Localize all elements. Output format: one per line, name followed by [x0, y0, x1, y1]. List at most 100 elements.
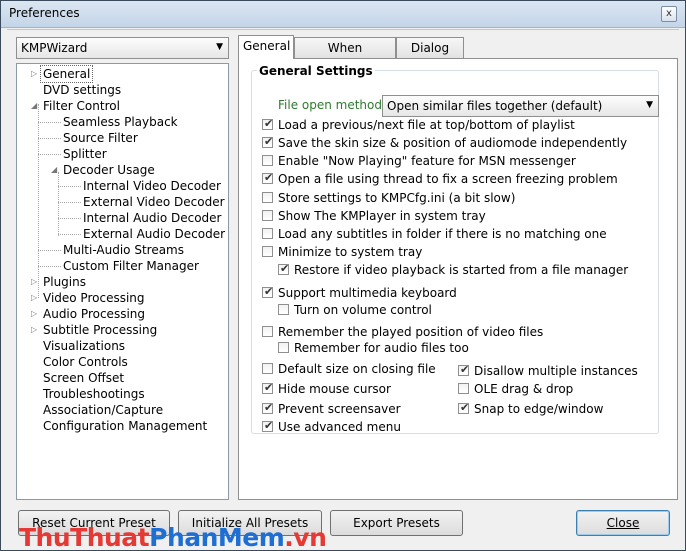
checkbox-box[interactable]: ✔ — [262, 285, 274, 298]
check-icon: ✔ — [264, 135, 274, 148]
tree-expand-icon[interactable]: ▷ — [31, 274, 41, 290]
tree-item-label: General — [39, 65, 94, 83]
checkbox-box[interactable]: ✔ — [262, 381, 273, 394]
tree-item-label: Internal Video Decoder — [83, 179, 221, 193]
tree-item-decoder-usage[interactable]: ◢ Decoder Usage — [51, 162, 157, 178]
tree-item-external-audio-decoder[interactable]: External Audio Decoder — [81, 226, 227, 242]
checkbox-box[interactable]: ✔ — [458, 363, 470, 376]
tree-guide — [38, 250, 61, 251]
tree-item-subtitle-processing[interactable]: ▷ Subtitle Processing — [31, 322, 159, 338]
checkbox-box[interactable] — [278, 304, 289, 315]
checkbox-box[interactable] — [262, 192, 273, 203]
tree-item-video-processing[interactable]: ▷ Video Processing — [31, 290, 147, 306]
preferences-window: Preferences x KMPWizard ▼ ▷ General DVD … — [0, 0, 686, 551]
check-icon: ✔ — [264, 117, 274, 130]
tree-item-color-controls[interactable]: Color Controls — [41, 354, 130, 370]
tab-dialog-box[interactable]: Dialog Box — [396, 37, 464, 75]
window-title: Preferences — [9, 6, 80, 20]
checkbox-box[interactable] — [262, 363, 273, 374]
checkbox-label: Open a file using thread to fix a screen… — [278, 172, 618, 186]
tree-item-external-video-decoder[interactable]: External Video Decoder — [81, 194, 227, 210]
button-label: Close — [606, 516, 640, 530]
tree-item-source-filter[interactable]: Source Filter — [61, 130, 140, 146]
tree-item-multi-audio-streams[interactable]: Multi-Audio Streams — [61, 242, 186, 258]
tree-item-label: Source Filter — [63, 131, 138, 145]
file-open-method-dropdown[interactable]: Open similar files together (default) ▼ — [382, 95, 659, 117]
check-icon: ✔ — [460, 363, 470, 376]
tree-item-screen-offset[interactable]: Screen Offset — [41, 370, 126, 386]
checkbox-label: Minimize to system tray — [278, 245, 423, 259]
tree-item-label: Troubleshootings — [43, 387, 145, 401]
tree-item-label: Multi-Audio Streams — [63, 243, 184, 257]
check-icon: ✔ — [460, 401, 470, 414]
close-window-button[interactable]: x — [661, 6, 677, 22]
watermark-part: ThuThuat — [19, 523, 150, 551]
checkbox-label: OLE drag & drop — [474, 382, 574, 396]
close-button[interactable]: Close — [576, 510, 670, 536]
checkbox-box[interactable]: ✔ — [262, 419, 273, 432]
tree-guide — [58, 202, 81, 203]
checkbox-box[interactable]: ✔ — [262, 135, 274, 148]
checkbox-label: Snap to edge/window — [474, 402, 604, 416]
tree-expand-icon[interactable]: ▷ — [31, 322, 41, 338]
check-icon: ✔ — [264, 285, 274, 298]
tree-item-label: External Video Decoder — [83, 195, 225, 209]
preset-dropdown[interactable]: KMPWizard ▼ — [16, 37, 229, 59]
tree-item-label: Splitter — [63, 147, 107, 161]
tree-item-label: Visualizations — [43, 339, 126, 353]
tree-item-custom-filter-manager[interactable]: Custom Filter Manager — [61, 258, 201, 274]
checkbox-box[interactable] — [458, 383, 469, 394]
tree-item-label: Seamless Playback — [63, 115, 178, 129]
chevron-down-icon: ▼ — [216, 42, 223, 52]
checkbox-box[interactable] — [262, 326, 273, 337]
checkbox-box[interactable]: ✔ — [458, 401, 470, 414]
check-icon: ✔ — [280, 262, 290, 275]
tree-item-label: Decoder Usage — [63, 163, 155, 177]
tree-item-general[interactable]: ▷ General — [31, 65, 94, 83]
chevron-down-icon: ▼ — [646, 100, 653, 110]
checkbox-box[interactable] — [262, 228, 273, 239]
tree-item-label: Color Controls — [43, 355, 128, 369]
checkbox-box[interactable]: ✔ — [262, 401, 273, 414]
tree-item-label: Association/Capture — [43, 403, 164, 417]
tree-item-filter-control[interactable]: ◢ Filter Control — [31, 98, 122, 114]
tree-collapse-icon[interactable]: ◢ — [51, 162, 61, 178]
tree-item-internal-video-decoder[interactable]: Internal Video Decoder — [81, 178, 223, 194]
tree-expand-icon[interactable]: ▷ — [31, 290, 41, 306]
button-label: Export Presets — [353, 516, 440, 530]
tree-item-configuration-management[interactable]: Configuration Management — [41, 418, 209, 434]
tree-item-visualizations[interactable]: Visualizations — [41, 338, 127, 354]
checkbox-box[interactable]: ✔ — [262, 171, 274, 184]
checkbox-box[interactable] — [262, 210, 273, 221]
checkbox-box[interactable]: ✔ — [262, 117, 274, 130]
tree-item-label: Configuration Management — [43, 419, 208, 433]
tree-item-internal-audio-decoder[interactable]: Internal Audio Decoder — [81, 210, 223, 226]
watermark: ThuThuatPhanMem.vn — [19, 523, 327, 551]
tree-item-dvd-settings[interactable]: DVD settings — [41, 82, 123, 98]
checkbox-label: Turn on volume control — [294, 303, 432, 317]
settings-tree[interactable]: ▷ General DVD settings ◢ Filter Control … — [16, 63, 229, 500]
tab-when-starting[interactable]: When Starting... — [294, 37, 396, 75]
checkbox-box[interactable]: ✔ — [278, 262, 290, 275]
tree-collapse-icon[interactable]: ◢ — [31, 98, 41, 114]
tree-expand-icon[interactable]: ▷ — [31, 306, 41, 322]
tab-general[interactable]: General — [238, 35, 294, 59]
checkbox-box[interactable] — [278, 342, 289, 353]
tree-item-plugins[interactable]: ▷ Plugins — [31, 274, 88, 290]
tree-item-splitter[interactable]: Splitter — [61, 146, 109, 162]
export-presets-button[interactable]: Export Presets — [330, 510, 463, 536]
tree-item-troubleshootings[interactable]: Troubleshootings — [41, 386, 147, 402]
checkbox-box[interactable] — [262, 246, 273, 257]
tree-item-label: Internal Audio Decoder — [83, 211, 222, 225]
tree-item-seamless-playback[interactable]: Seamless Playback — [61, 114, 180, 130]
check-icon: ✔ — [264, 171, 274, 184]
preset-dropdown-value: KMPWizard — [21, 41, 88, 55]
tree-item-association-capture[interactable]: Association/Capture — [41, 402, 165, 418]
tree-item-audio-processing[interactable]: ▷ Audio Processing — [31, 306, 147, 322]
tab-label: General — [243, 39, 291, 53]
title-bar: Preferences x — [1, 1, 685, 28]
checkbox-box[interactable] — [262, 155, 273, 166]
group-title: General Settings — [257, 64, 375, 78]
tree-expand-icon[interactable]: ▷ — [31, 66, 41, 82]
tree-guide — [58, 218, 81, 219]
